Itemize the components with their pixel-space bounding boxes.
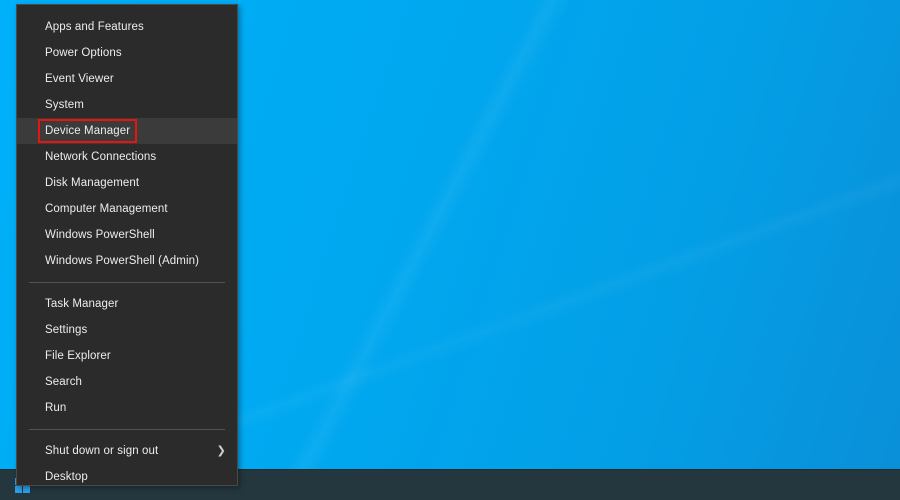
screen: Apps and Features Power Options Event View… xyxy=(0,0,900,500)
menu-item-settings[interactable]: Settings xyxy=(17,317,237,343)
menu-separator xyxy=(29,429,225,430)
menu-item-apps-and-features[interactable]: Apps and Features xyxy=(17,14,237,40)
menu-item-shut-down-or-sign-out[interactable]: Shut down or sign out ❯ xyxy=(17,438,237,464)
menu-item-network-connections[interactable]: Network Connections xyxy=(17,144,237,170)
menu-item-label: Network Connections xyxy=(45,151,157,163)
menu-item-desktop[interactable]: Desktop xyxy=(17,464,237,490)
menu-item-label: Shut down or sign out xyxy=(45,445,159,457)
menu-separator xyxy=(29,282,225,283)
menu-item-event-viewer[interactable]: Event Viewer xyxy=(17,66,237,92)
menu-item-label: Disk Management xyxy=(45,177,140,189)
power-user-menu[interactable]: Apps and Features Power Options Event View… xyxy=(16,4,238,486)
menu-item-label: Apps and Features xyxy=(45,21,144,33)
menu-item-device-manager[interactable]: Device Manager xyxy=(17,118,237,144)
menu-item-windows-powershell[interactable]: Windows PowerShell xyxy=(17,222,237,248)
menu-item-label: Power Options xyxy=(45,47,122,59)
menu-item-disk-management[interactable]: Disk Management xyxy=(17,170,237,196)
menu-item-label: Computer Management xyxy=(45,203,168,215)
menu-item-label: Device Manager xyxy=(37,118,138,144)
menu-item-search[interactable]: Search xyxy=(17,369,237,395)
menu-item-windows-powershell-admin[interactable]: Windows PowerShell (Admin) xyxy=(17,248,237,274)
menu-item-system[interactable]: System xyxy=(17,92,237,118)
menu-item-power-options[interactable]: Power Options xyxy=(17,40,237,66)
menu-item-computer-management[interactable]: Computer Management xyxy=(17,196,237,222)
menu-item-run[interactable]: Run xyxy=(17,395,237,421)
menu-item-label: File Explorer xyxy=(45,350,111,362)
menu-item-label: Event Viewer xyxy=(45,73,114,85)
menu-item-label: System xyxy=(45,99,84,111)
menu-item-label: Desktop xyxy=(45,471,88,483)
menu-item-label: Windows PowerShell (Admin) xyxy=(45,255,200,267)
menu-item-label: Settings xyxy=(45,324,88,336)
menu-item-task-manager[interactable]: Task Manager xyxy=(17,291,237,317)
menu-item-file-explorer[interactable]: File Explorer xyxy=(17,343,237,369)
menu-item-label: Windows PowerShell xyxy=(45,229,155,241)
menu-item-label: Task Manager xyxy=(45,298,119,310)
menu-item-label: Search xyxy=(45,376,83,388)
menu-item-label: Run xyxy=(45,402,67,414)
chevron-right-icon[interactable]: ❯ xyxy=(217,438,226,464)
